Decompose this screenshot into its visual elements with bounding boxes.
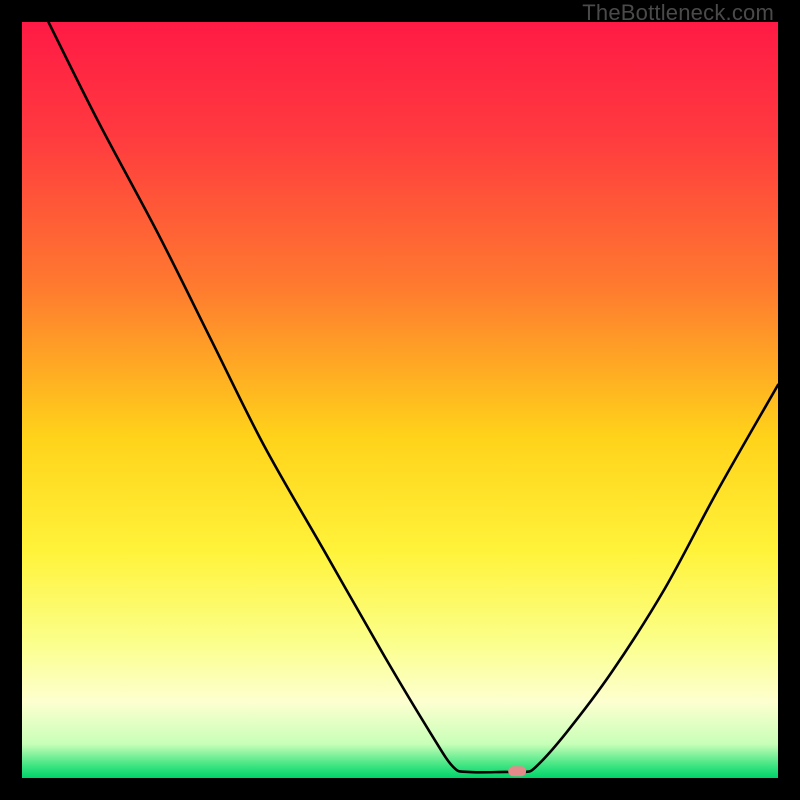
- optimum-marker: [508, 766, 526, 776]
- chart-frame: [22, 22, 778, 778]
- gradient-background: [22, 22, 778, 778]
- bottleneck-chart: [22, 22, 778, 778]
